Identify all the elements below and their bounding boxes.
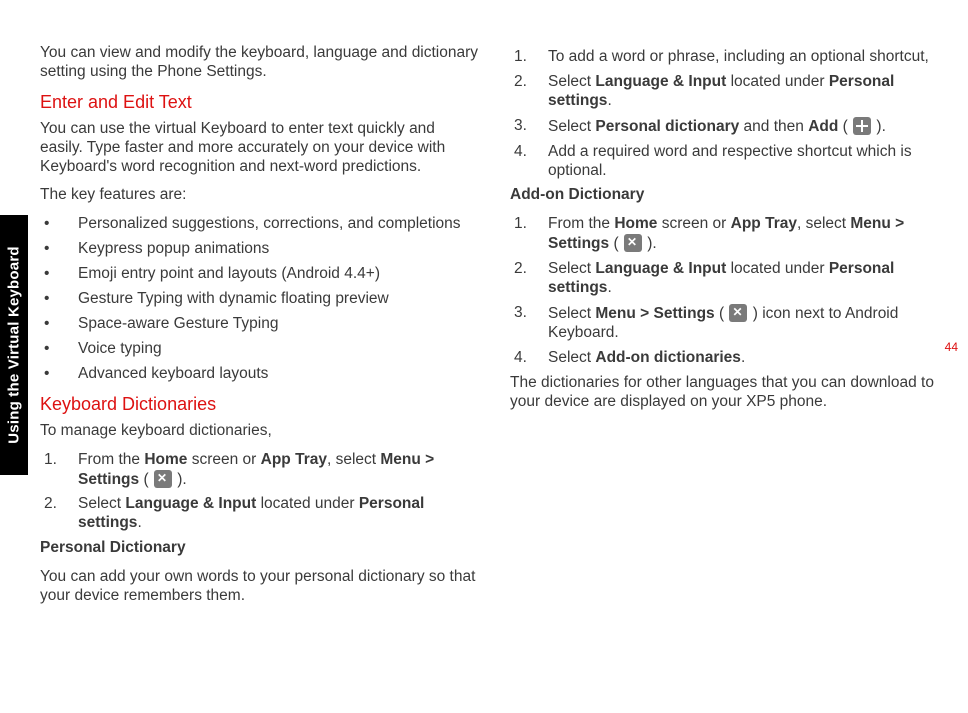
section-tab: Using the Virtual Keyboard [0,215,28,475]
text: . [607,279,611,296]
text: From the [548,215,614,232]
pd-step: To add a word or phrase, including an op… [510,48,950,67]
text: located under [726,260,829,277]
text: screen or [657,215,730,232]
text: Select [548,260,595,277]
feature-item: Keypress popup animations [40,240,480,259]
text-bold: Personal dictionary [595,118,739,135]
features-lead: The key features are: [40,186,480,205]
content-columns: You can view and modify the keyboard, la… [40,44,950,616]
ad-step: Select Language & Input located under Pe… [510,260,950,298]
text: . [741,349,745,366]
feature-item: Space-aware Gesture Typing [40,315,480,334]
personal-dict-desc: You can add your own words to your perso… [40,568,480,606]
text: . [137,514,141,531]
heading-enter-edit: Enter and Edit Text [40,92,480,114]
addon-dict-desc: The dictionaries for other languages tha… [510,374,950,412]
dict-step: Select Language & Input located under Pe… [40,495,480,533]
text: ( [609,235,623,252]
enter-edit-desc: You can use the virtual Keyboard to ente… [40,120,480,177]
feature-item: Personalized suggestions, corrections, a… [40,215,480,234]
feature-item: Advanced keyboard layouts [40,365,480,384]
intro-text: You can view and modify the keyboard, la… [40,44,480,82]
text: Select [548,349,595,366]
text-bold: Home [614,215,657,232]
text: Select [548,305,595,322]
text: located under [726,73,829,90]
heading-addon-dict: Add-on Dictionary [510,186,950,205]
feature-item: Emoji entry point and layouts (Android 4… [40,265,480,284]
text-bold: Add [808,118,838,135]
dict-steps: From the Home screen or App Tray, select… [40,451,480,534]
text: Select [78,495,125,512]
settings-icon [729,304,747,322]
plus-icon [853,117,871,135]
pd-step: Add a required word and respective short… [510,143,950,181]
features-list: Personalized suggestions, corrections, a… [40,215,480,383]
settings-icon [154,470,172,488]
text-bold: Language & Input [595,260,726,277]
text-bold: Menu > Settings [595,305,714,322]
text: ). [173,471,187,488]
pd-step: Select Personal dictionary and then Add … [510,117,950,137]
addon-dict-steps: From the Home screen or App Tray, select… [510,215,950,367]
section-tab-label: Using the Virtual Keyboard [6,246,23,443]
dict-lead: To manage keyboard dictionaries, [40,422,480,441]
text-bold: Add-on dictionaries [595,349,741,366]
left-column: You can view and modify the keyboard, la… [40,44,480,616]
heading-personal-dict: Personal Dictionary [40,539,480,558]
feature-item: Gesture Typing with dynamic floating pre… [40,290,480,309]
ad-step: Select Menu > Settings ( ) icon next to … [510,304,950,343]
text: ( [139,471,153,488]
text: and then [739,118,808,135]
text: , select [327,451,380,468]
dict-step: From the Home screen or App Tray, select… [40,451,480,490]
text: From the [78,451,144,468]
ad-step: Select Add-on dictionaries. [510,349,950,368]
text: Select [548,118,595,135]
personal-dict-steps: To add a word or phrase, including an op… [510,48,950,180]
page: Using the Virtual Keyboard 44 You can vi… [0,0,968,713]
text: , select [797,215,850,232]
text-bold: Language & Input [125,495,256,512]
settings-icon [624,234,642,252]
text: Select [548,73,595,90]
text: ). [643,235,657,252]
heading-dictionaries: Keyboard Dictionaries [40,394,480,416]
text: screen or [187,451,260,468]
text: . [607,92,611,109]
text: ). [872,118,886,135]
text: located under [256,495,359,512]
ad-step: From the Home screen or App Tray, select… [510,215,950,254]
text-bold: App Tray [261,451,327,468]
text: ( [838,118,852,135]
pd-step: Select Language & Input located under Pe… [510,73,950,111]
text-bold: Language & Input [595,73,726,90]
text-bold: App Tray [731,215,797,232]
text-bold: Home [144,451,187,468]
text: ( [715,305,729,322]
right-column: To add a word or phrase, including an op… [510,44,950,616]
feature-item: Voice typing [40,340,480,359]
